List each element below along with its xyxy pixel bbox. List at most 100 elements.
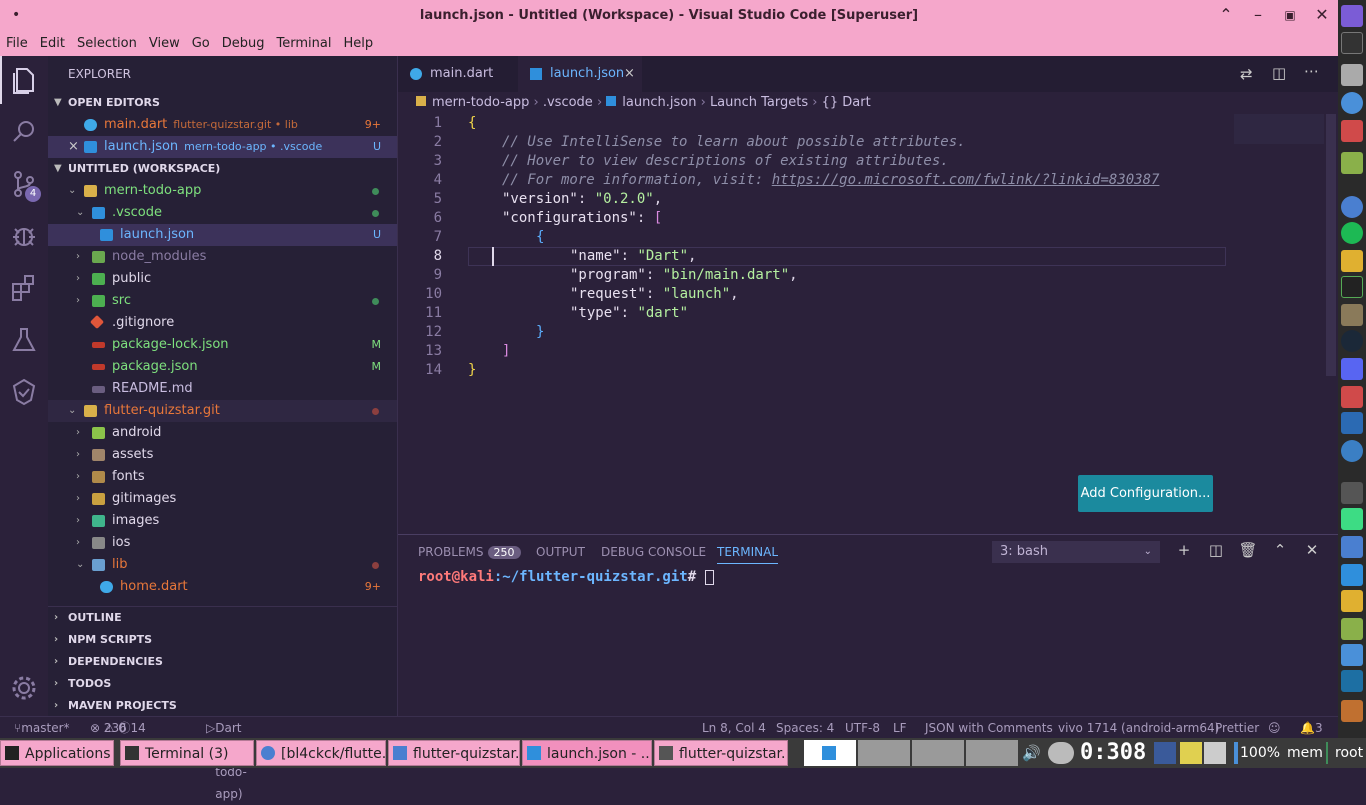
box-app-icon[interactable] [1341,536,1363,558]
folder-images[interactable]: › images [48,510,397,532]
tab-problems[interactable]: PROBLEMS 250 [418,545,521,559]
spotify-icon[interactable] [1341,222,1363,244]
search-app-icon[interactable] [1341,92,1363,114]
menu-view[interactable]: View [143,32,186,51]
settings-gear-icon[interactable] [8,672,40,704]
split-editor-icon[interactable]: ◫ [1272,64,1286,82]
dependencies-section[interactable]: › DEPENDENCIES [48,651,398,673]
compare-changes-icon[interactable]: ⇄ [1240,65,1253,83]
maximize-panel-icon[interactable]: ⌃ [1270,541,1290,559]
tab-launch-json[interactable]: launch.json × [518,56,642,92]
open-editor-launch-json[interactable]: × launch.json mern-todo-app • .vscode U [48,136,397,158]
doc-link[interactable]: https://go.microsoft.com/fwlink/?linkid=… [772,172,1160,188]
file-package-json[interactable]: package.json M [48,356,397,378]
menu-terminal[interactable]: Terminal [271,32,338,51]
file-readme-md[interactable]: README.md [48,378,397,400]
workspace-2[interactable] [858,740,910,766]
more-actions-icon[interactable]: ⋯ [1304,62,1319,80]
debug-status[interactable]: ▷ Dart (mern-todo-app) [206,717,256,801]
crumb-vscode[interactable]: .vscode [543,95,593,110]
trash-icon[interactable]: 🗑 [1238,541,1258,559]
todos-section[interactable]: › TODOS [48,673,398,695]
workspace-section[interactable]: ▼ UNTITLED (WORKSPACE) [48,158,397,180]
flask-icon[interactable] [8,324,40,356]
scrollbar[interactable] [1326,114,1336,376]
chevron-up-icon[interactable]: ⌃ [1214,5,1238,24]
folder-assets[interactable]: › assets [48,444,397,466]
new-terminal-icon[interactable]: + [1174,541,1194,559]
jar-app-icon[interactable] [1341,700,1363,722]
code-editor[interactable]: 1 2 3 4 5 6 7 8 9 10 11 12 13 14 { // Us… [398,114,1338,534]
pencil-app-icon[interactable] [1341,590,1363,612]
terminal-select[interactable]: 3: bash ⌄ [992,541,1160,563]
file-home-dart[interactable]: home.dart 9+ [48,576,397,598]
add-configuration-button[interactable]: Add Configuration... [1078,475,1213,512]
task-terminal[interactable]: Terminal (3) [120,740,254,766]
drive-icon[interactable] [1341,250,1363,272]
open-editor-main-dart[interactable]: main.dart flutter-quizstar.git • lib 9+ [48,114,397,136]
npm-scripts-section[interactable]: › NPM SCRIPTS [48,629,398,651]
network-icon[interactable] [1048,742,1074,764]
folder-flutter-quizstar[interactable]: ⌄ flutter-quizstar.git [48,400,397,422]
debug-icon[interactable] [8,220,40,252]
remote-desktop-icon[interactable] [1341,644,1363,666]
app-icon[interactable] [1341,5,1363,27]
task-editor[interactable]: flutter-quizstar... [654,740,788,766]
feedback-icon[interactable]: ☺ [1268,717,1281,739]
problems-status[interactable]: ⊗ 236 ⚠ 0 ⓘ 14 [90,717,146,739]
vscode-app-icon[interactable] [1341,564,1363,586]
close-panel-icon[interactable]: ✕ [1302,541,1322,559]
user-name[interactable]: root [1335,745,1363,761]
phpstorm-icon[interactable] [1341,618,1363,640]
workspace-3[interactable] [912,740,964,766]
cursor-position[interactable]: Ln 8, Col 4 [702,717,766,739]
menu-debug[interactable]: Debug [216,32,271,51]
tools-app-icon[interactable] [1341,120,1363,142]
workspace-4[interactable] [966,740,1018,766]
task-file-manager[interactable]: flutter-quizstar... [388,740,520,766]
folder-ios[interactable]: › ios [48,532,397,554]
folder-public[interactable]: › public [48,268,397,290]
system-monitor-icon[interactable] [1341,276,1363,298]
applications-menu[interactable]: Applications [0,740,114,766]
transfer-app-icon[interactable] [1341,412,1363,434]
files-app-icon[interactable] [1341,64,1363,86]
notifications[interactable]: 🔔 3 [1300,717,1323,739]
check-shield-icon[interactable] [8,376,40,408]
folder-node-modules[interactable]: › node_modules [48,246,397,268]
crumb-launch-targets[interactable]: Launch Targets [710,95,808,110]
end-of-line[interactable]: LF [893,717,907,739]
discord-icon[interactable] [1341,358,1363,380]
code-app-icon[interactable] [1341,482,1363,504]
android-studio-icon[interactable] [1341,508,1363,530]
open-editors-section[interactable]: ▼ OPEN EDITORS [48,92,397,114]
branch-status[interactable]: ⑂ master* [14,717,70,739]
tab-debug-console[interactable]: DEBUG CONSOLE [601,545,706,559]
volume-icon[interactable]: 🔊 [1022,744,1041,762]
close-icon[interactable]: ✕ [1310,5,1334,24]
tab-output[interactable]: OUTPUT [536,545,585,559]
pcsx2-icon[interactable] [1341,386,1363,408]
wireshark-icon[interactable] [1341,670,1363,692]
maximize-icon[interactable]: ▣ [1278,8,1302,22]
split-terminal-icon[interactable]: ◫ [1206,541,1226,559]
terminal-app-icon[interactable] [1341,32,1363,54]
file-package-lock-json[interactable]: package-lock.json M [48,334,397,356]
folder-vscode[interactable]: ⌄ .vscode [48,202,397,224]
menu-help[interactable]: Help [337,32,379,51]
folder-src[interactable]: › src [48,290,397,312]
close-icon[interactable]: × [624,56,635,92]
menu-go[interactable]: Go [186,32,216,51]
language-mode[interactable]: JSON with Comments [925,717,1053,739]
close-icon[interactable]: × [68,136,79,158]
indentation[interactable]: Spaces: 4 [776,717,834,739]
terminal-output[interactable]: root@kali:~/flutter-quizstar.git# [418,569,714,585]
search-icon[interactable] [8,116,40,148]
steam-icon[interactable] [1341,330,1363,352]
encoding[interactable]: UTF-8 [845,717,880,739]
maven-projects-section[interactable]: › MAVEN PROJECTS [48,695,398,717]
minimize-icon[interactable]: – [1246,5,1270,24]
gimp-icon[interactable] [1341,304,1363,326]
minimap[interactable] [1234,114,1324,144]
menu-file[interactable]: File [0,32,34,51]
